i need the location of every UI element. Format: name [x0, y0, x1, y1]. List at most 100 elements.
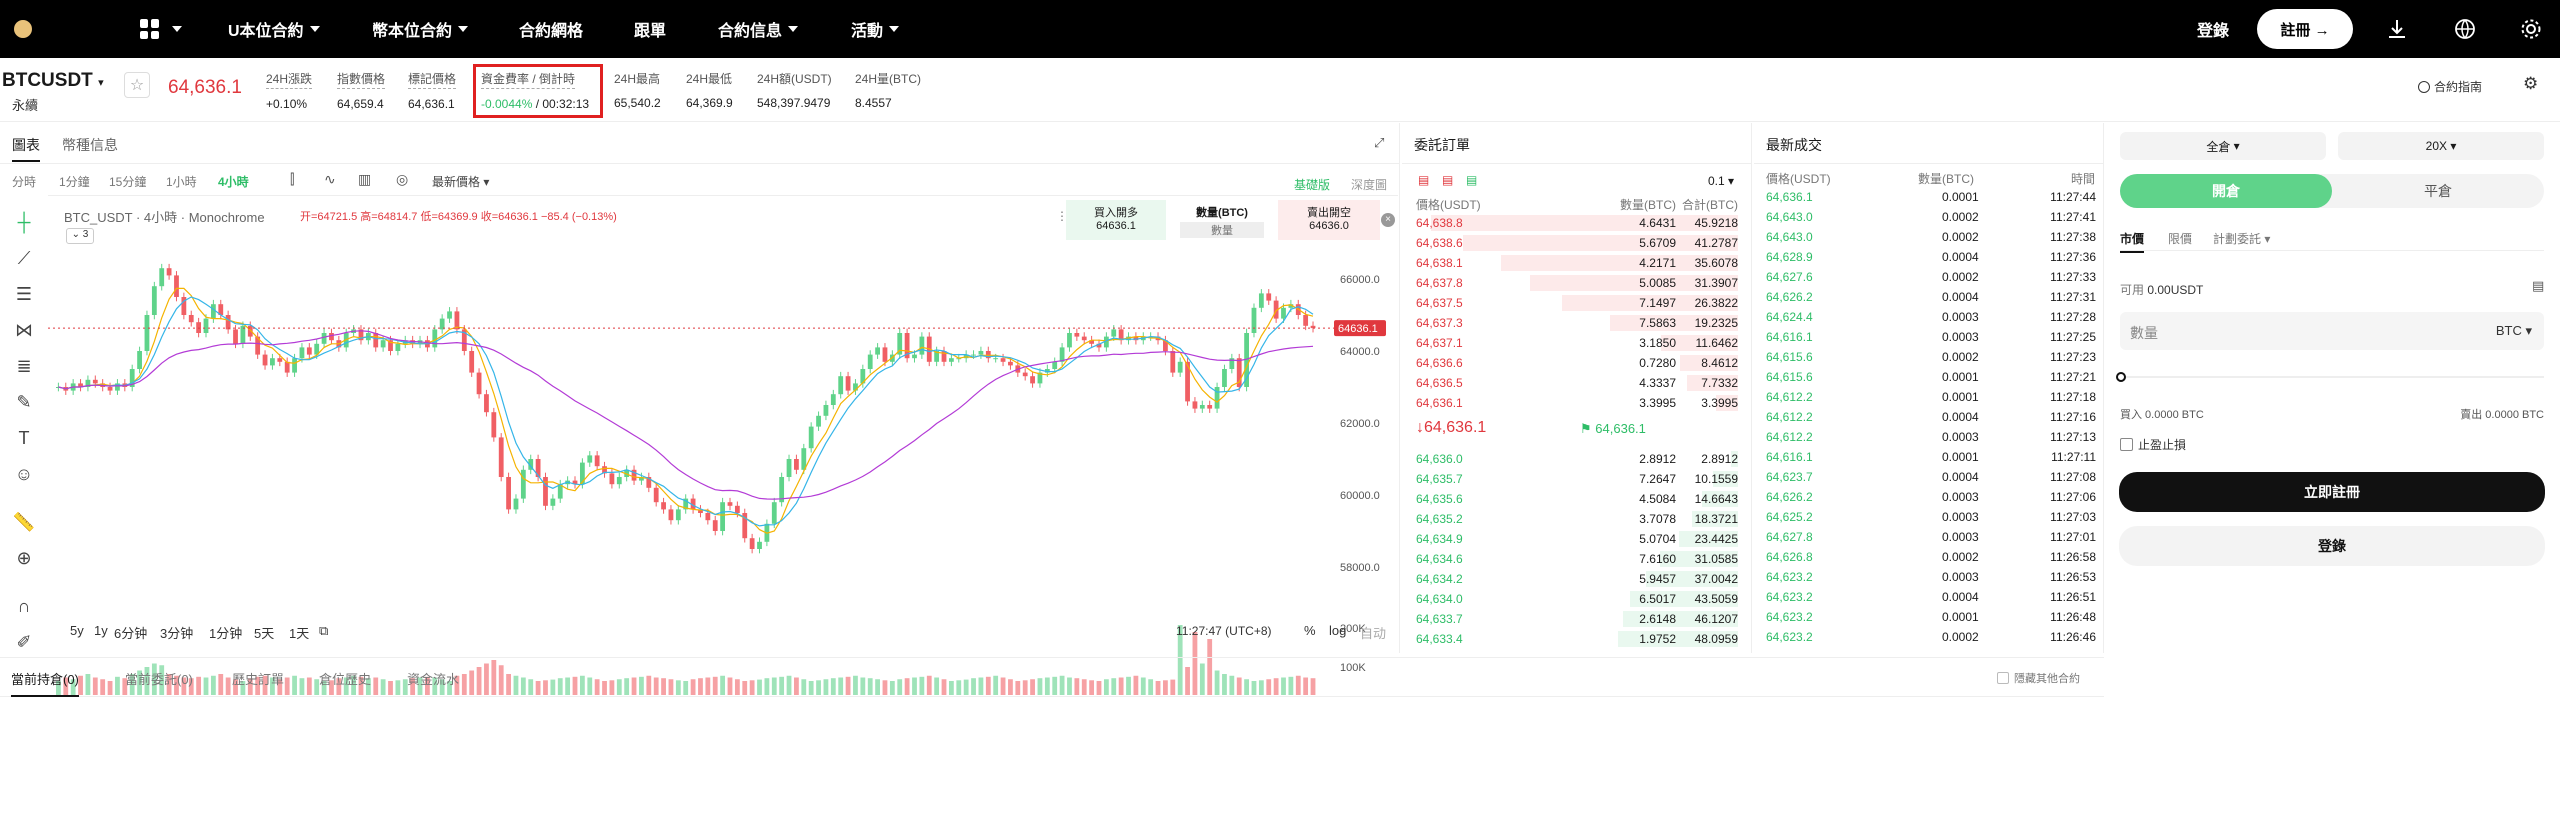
view-bids-icon[interactable]: ▤	[1466, 173, 1477, 187]
bid-row[interactable]: 64,633.7 2.6148 46.1207	[1402, 609, 1752, 629]
indicators-icon[interactable]: ∿	[324, 171, 336, 188]
stat-mark-price[interactable]: 標記價格 64,636.1	[408, 70, 457, 111]
crosshair-icon[interactable]: ┼	[12, 210, 36, 234]
bid-row[interactable]: 64,636.0 2.8912 2.8912	[1402, 449, 1752, 469]
ask-row[interactable]: 64,636.1 3.3995 3.3995	[1402, 393, 1752, 413]
tab-position-history[interactable]: 倉位歷史	[319, 669, 371, 688]
view-both-icon[interactable]: ▤	[1418, 173, 1429, 187]
bar-chart-icon[interactable]: ▥	[358, 171, 371, 188]
trend-line-icon[interactable]: ⟋	[12, 246, 36, 270]
close-position-tab[interactable]: 平倉	[2332, 174, 2544, 208]
interval-line[interactable]: 分時	[12, 173, 59, 190]
bid-row[interactable]: 64,633.4 1.9752 48.0959	[1402, 629, 1752, 649]
nav-contract-info[interactable]: 合約信息	[718, 0, 799, 58]
layout-settings-icon[interactable]: ⚙	[2523, 74, 2538, 94]
view-depth[interactable]: 深度圖	[1351, 176, 1387, 193]
margin-mode-select[interactable]: 全倉 ▾	[2120, 132, 2326, 160]
logo-icon[interactable]	[14, 20, 32, 38]
hide-other-contracts-checkbox[interactable]: 隱藏其他合約	[1997, 670, 2080, 686]
interval-15m[interactable]: 15分鐘	[109, 173, 166, 190]
range-1m[interactable]: 1分钟	[209, 623, 254, 642]
tpsl-checkbox[interactable]: 止盈止損	[2120, 436, 2186, 453]
tab-positions[interactable]: 當前持倉(0)	[11, 669, 79, 697]
register-button[interactable]: 註冊 →	[2257, 9, 2353, 49]
close-trade-box-icon[interactable]: ×	[1381, 213, 1395, 227]
register-now-button[interactable]: 立即註冊	[2119, 472, 2545, 512]
favorite-star-icon[interactable]: ☆	[124, 72, 150, 98]
nav-copy-trading[interactable]: 跟單	[634, 0, 666, 58]
precision-select[interactable]: 0.1 ▾	[1708, 174, 1734, 188]
range-5y[interactable]: 5y	[70, 623, 94, 642]
bid-row[interactable]: 64,634.0 6.5017 43.5059	[1402, 589, 1752, 609]
scale-log[interactable]: log	[1329, 623, 1346, 638]
view-basic[interactable]: 基礎版	[1294, 176, 1330, 193]
ask-row[interactable]: 64,637.5 7.1497 26.3822	[1402, 293, 1752, 313]
download-icon[interactable]	[2386, 0, 2408, 58]
price-type-select[interactable]: 最新價格 ▾	[432, 173, 489, 190]
quantity-slider[interactable]	[2120, 376, 2544, 378]
magnet-icon[interactable]: ∩	[12, 594, 36, 618]
stat-index-price[interactable]: 指數價格 64,659.4	[337, 70, 386, 111]
text-tool-icon[interactable]: T	[12, 426, 36, 450]
date-range-icon[interactable]: ⧉	[319, 623, 328, 642]
ask-row[interactable]: 64,638.1 4.2171 35.6078	[1402, 253, 1752, 273]
tab-coin-info[interactable]: 幣種信息	[62, 135, 118, 155]
scale-auto[interactable]: 自动	[1360, 623, 1386, 642]
range-6m[interactable]: 6分钟	[114, 623, 160, 642]
horizontal-lines-icon[interactable]: ☰	[12, 282, 36, 306]
bid-row[interactable]: 64,634.2 5.9457 37.0042	[1402, 569, 1752, 589]
slider-handle[interactable]	[2116, 372, 2126, 382]
order-type-plan[interactable]: 計劃委託 ▾	[2213, 230, 2270, 247]
interval-1h[interactable]: 1小時	[166, 173, 218, 190]
order-login-button[interactable]: 登錄	[2119, 526, 2545, 566]
ask-row[interactable]: 64,636.5 4.3337 7.7332	[1402, 373, 1752, 393]
transfer-icon[interactable]: ▤	[2532, 278, 2544, 294]
ask-row[interactable]: 64,638.6 5.6709 41.2787	[1402, 233, 1752, 253]
scale-percent[interactable]: %	[1304, 623, 1316, 638]
order-type-limit[interactable]: 限價	[2168, 230, 2192, 247]
nav-usdt-futures[interactable]: U本位合約	[228, 0, 320, 58]
candle-type-icon[interactable]: ⫿	[290, 171, 294, 188]
fib-icon[interactable]: ≣	[12, 354, 36, 378]
camera-icon[interactable]: ◎	[396, 171, 408, 188]
range-5d[interactable]: 5天	[254, 623, 289, 642]
zoom-in-icon[interactable]: ⊕	[12, 546, 36, 570]
symbol-selector[interactable]: BTCUSDT ▾	[2, 70, 104, 92]
interval-1m[interactable]: 1分鐘	[59, 173, 109, 190]
bid-row[interactable]: 64,634.9 5.0704 23.4425	[1402, 529, 1752, 549]
bid-row[interactable]: 64,635.7 7.2647 10.1559	[1402, 469, 1752, 489]
range-1y[interactable]: 1y	[94, 623, 114, 642]
pattern-icon[interactable]: ⋈	[12, 318, 36, 342]
ask-row[interactable]: 64,636.6 0.7280 8.4612	[1402, 353, 1752, 373]
contract-guide-link[interactable]: 合約指南	[2418, 78, 2482, 95]
bid-row[interactable]: 64,635.6 4.5084 14.6643	[1402, 489, 1752, 509]
view-asks-icon[interactable]: ▤	[1442, 173, 1453, 187]
open-position-tab[interactable]: 開倉	[2120, 174, 2332, 208]
nav-activities[interactable]: 活動	[851, 0, 900, 58]
ask-row[interactable]: 64,637.8 5.0085 31.3907	[1402, 273, 1752, 293]
lock-draw-icon[interactable]: ✐	[12, 630, 36, 654]
ruler-icon[interactable]: 📏	[12, 510, 36, 534]
tab-chart[interactable]: 圖表	[12, 135, 40, 162]
bid-row[interactable]: 64,634.6 7.6160 31.0585	[1402, 549, 1752, 569]
range-1d[interactable]: 1天	[289, 623, 319, 642]
ask-row[interactable]: 64,638.8 4.6431 45.9218	[1402, 213, 1752, 233]
ask-row[interactable]: 64,637.3 7.5863 19.2325	[1402, 313, 1752, 333]
apps-grid-icon[interactable]	[140, 19, 160, 39]
tab-order-history[interactable]: 歷史訂單	[232, 669, 284, 688]
quantity-input[interactable]: 數量 BTC ▾	[2120, 312, 2544, 350]
emoji-icon[interactable]: ☺	[12, 462, 36, 486]
language-globe-icon[interactable]	[2454, 0, 2476, 58]
ask-row[interactable]: 64,637.1 3.1850 11.6462	[1402, 333, 1752, 353]
bid-row[interactable]: 64,635.2 3.7078 18.3721	[1402, 509, 1752, 529]
apps-caret-icon[interactable]	[166, 0, 182, 58]
fullscreen-icon[interactable]: ⤢	[1374, 135, 1384, 151]
tab-fund-flow[interactable]: 資金流水	[407, 669, 459, 688]
nav-coin-futures[interactable]: 幣本位合約	[372, 0, 469, 58]
quantity-unit-select[interactable]: BTC ▾	[2496, 323, 2532, 339]
tab-open-orders[interactable]: 當前委託(0)	[125, 669, 193, 688]
settings-gear-icon[interactable]	[2520, 0, 2542, 58]
interval-4h[interactable]: 4小時	[218, 173, 260, 190]
nav-futures-grid[interactable]: 合約網格	[519, 0, 583, 58]
brush-icon[interactable]: ✎	[12, 390, 36, 414]
